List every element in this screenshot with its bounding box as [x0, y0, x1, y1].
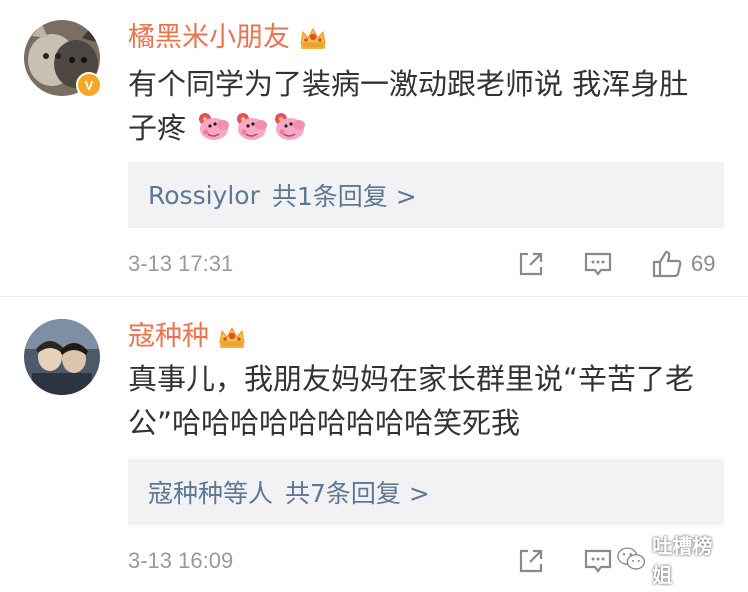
reply-count: 共7条回复 > — [285, 479, 430, 508]
verified-badge-icon: V — [76, 72, 102, 98]
share-icon — [519, 252, 543, 276]
share-button[interactable] — [516, 248, 546, 280]
comment-content: 有个同学为了装病一激动跟老师说 我浑身肚 子疼 — [128, 62, 728, 150]
share-button[interactable] — [516, 545, 546, 577]
timestamp: 3-13 16:09 — [128, 548, 234, 573]
peppa-pig-icon — [199, 113, 230, 140]
username[interactable]: 寇种种 — [128, 319, 209, 355]
timestamp: 3-13 17:31 — [128, 251, 234, 276]
username[interactable]: 橘黑米小朋友 — [128, 20, 290, 56]
reply-button[interactable] — [583, 248, 613, 280]
comment-text-line: 子疼 — [128, 111, 187, 145]
reply-button[interactable] — [583, 545, 613, 577]
comment-content: 真事儿，我朋友妈妈在家长群里说“辛苦了老 公”哈哈哈哈哈哈哈哈哈笑死我 — [128, 357, 728, 445]
reply-count: 共1条回复 > — [271, 182, 417, 211]
peppa-pig-icon — [275, 113, 306, 140]
comment-text-line: 有个同学为了装病一激动跟老师说 我浑身肚 — [128, 67, 689, 101]
comment-icon — [584, 549, 612, 573]
reply-author: Rossiylor — [148, 180, 260, 210]
comment-footer: 3-13 17:31 69 — [128, 244, 728, 284]
avatar[interactable] — [24, 319, 100, 395]
comment-item: 寇种种 真事儿，我朋友妈妈在家长群里说“辛苦了老 公”哈哈哈哈哈哈哈哈哈笑死我 … — [0, 296, 748, 592]
peppa-pig-icon — [237, 113, 268, 140]
replies-summary-link[interactable]: Rossiylor 共1条回复 > — [128, 162, 724, 228]
watermark-text: 吐槽榜姐 — [652, 534, 713, 587]
crown-icon — [300, 27, 326, 49]
like-button[interactable]: 69 — [651, 248, 715, 280]
replies-summary-link[interactable]: 寇种种等人 共7条回复 > — [128, 459, 724, 525]
comment-text-line: 公”哈哈哈哈哈哈哈哈哈笑死我 — [128, 406, 521, 440]
share-icon — [519, 549, 543, 573]
comment-icon — [584, 252, 612, 276]
comment-item: V 橘黑米小朋友 有个同学为了装病一激动跟老师说 我浑身肚 子疼 Rossiyl… — [0, 0, 748, 296]
watermark: 吐槽榜姐 — [616, 534, 728, 587]
thumbs-up-icon — [652, 250, 682, 278]
wechat-icon — [617, 547, 646, 570]
reply-author: 寇种种等人 — [148, 479, 274, 508]
crown-icon — [219, 326, 245, 348]
like-count: 69 — [691, 251, 716, 276]
comment-footer: 3-13 16:09 吐槽榜姐 — [128, 534, 728, 587]
comment-text-line: 真事儿，我朋友妈妈在家长群里说“辛苦了老 — [128, 362, 695, 396]
